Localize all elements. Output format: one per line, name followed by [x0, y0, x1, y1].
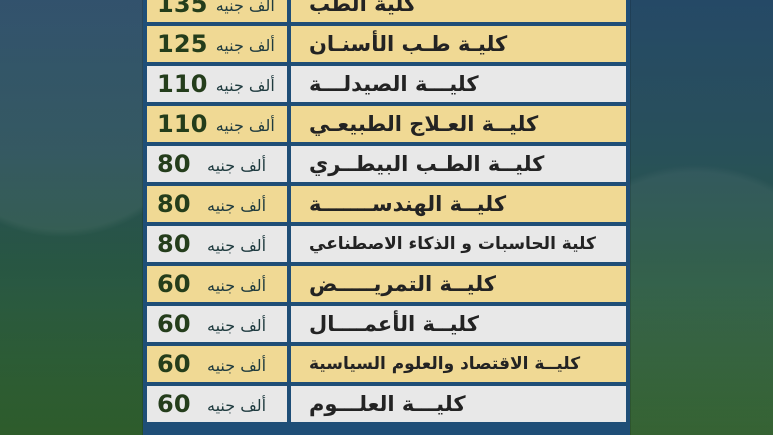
- college-cell: كليــة الطـب البيطــري: [291, 146, 626, 182]
- table-row: 110 ألف جنيه كليـــة الصيدلـــة: [147, 66, 626, 102]
- college-name: كليـــة العلـــوم: [309, 391, 466, 416]
- fees-table: 135 ألف جنيه كلية الطب 125 ألف جنيه كليـ…: [143, 0, 630, 435]
- college-cell: كليــة الأعمــــال: [291, 306, 626, 342]
- fee-amount: 60: [157, 270, 191, 298]
- college-cell: كليـة طـب الأسنـان: [291, 26, 626, 62]
- table-row: 60 ألف جنيه كليـــة العلـــوم: [147, 386, 626, 422]
- college-cell: كلية الطب: [291, 0, 626, 22]
- table-row: 80 ألف جنيه كليــة الطـب البيطــري: [147, 146, 626, 182]
- college-cell: كلية الحاسبات و الذكاء الاصطناعي: [291, 226, 626, 262]
- fee-currency: ألف جنيه: [215, 75, 275, 95]
- college-name: كليــة الاقتصاد والعلوم السياسية: [309, 353, 581, 374]
- table-row: 80 ألف جنيه كليــة الهندســـــــة: [147, 186, 626, 222]
- fee-amount: 60: [157, 310, 191, 338]
- college-cell: كليــة الهندســـــــة: [291, 186, 626, 222]
- fee-amount: 80: [157, 150, 191, 178]
- table-row: 60 ألف جنيه كليــة الأعمــــال: [147, 306, 626, 342]
- college-name: كلية الطب: [309, 0, 417, 16]
- fee-cell: 80 ألف جنيه: [147, 146, 287, 182]
- table-row: 80 ألف جنيه كلية الحاسبات و الذكاء الاصط…: [147, 226, 626, 262]
- fee-amount: 110: [157, 70, 208, 98]
- college-cell: كليــة التمريـــــض: [291, 266, 626, 302]
- fee-amount: 80: [157, 190, 191, 218]
- fee-amount: 110: [157, 110, 208, 138]
- table-row: 110 ألف جنيه كليــة العـلاج الطبيعـي: [147, 106, 626, 142]
- fee-cell: 125 ألف جنيه: [147, 26, 287, 62]
- fee-currency: ألف جنيه: [207, 355, 267, 375]
- table-row: 135 ألف جنيه كلية الطب: [147, 0, 626, 22]
- fee-currency: ألف جنيه: [207, 395, 267, 415]
- college-cell: كليـــة العلـــوم: [291, 386, 626, 422]
- fee-currency: ألف جنيه: [215, 0, 275, 15]
- college-name: كليــة الهندســـــــة: [309, 191, 507, 216]
- fee-cell: 110 ألف جنيه: [147, 106, 287, 142]
- fee-cell: 60 ألف جنيه: [147, 386, 287, 422]
- fee-currency: ألف جنيه: [215, 115, 275, 135]
- college-cell: كليــة العـلاج الطبيعـي: [291, 106, 626, 142]
- table-row: 125 ألف جنيه كليـة طـب الأسنـان: [147, 26, 626, 62]
- fee-amount: 60: [157, 390, 191, 418]
- fee-amount: 60: [157, 350, 191, 378]
- college-name: كليــة التمريـــــض: [309, 271, 496, 296]
- fee-amount: 80: [157, 230, 191, 258]
- college-name: كليــة الطـب البيطــري: [309, 151, 545, 176]
- fee-currency: ألف جنيه: [207, 155, 267, 175]
- fee-cell: 110 ألف جنيه: [147, 66, 287, 102]
- fee-amount: 135: [157, 0, 208, 18]
- college-name: كليـة طـب الأسنـان: [309, 31, 508, 56]
- fee-currency: ألف جنيه: [215, 35, 275, 55]
- fee-cell: 60 ألف جنيه: [147, 346, 287, 382]
- fee-currency: ألف جنيه: [207, 315, 267, 335]
- college-name: كليـــة الصيدلـــة: [309, 71, 479, 96]
- college-name: كليــة الأعمــــال: [309, 311, 479, 336]
- fee-cell: 135 ألف جنيه: [147, 0, 287, 22]
- fee-currency: ألف جنيه: [207, 275, 267, 295]
- fee-cell: 60 ألف جنيه: [147, 266, 287, 302]
- fees-table-panel: 135 ألف جنيه كلية الطب 125 ألف جنيه كليـ…: [143, 0, 630, 435]
- table-row: 60 ألف جنيه كليــة التمريـــــض: [147, 266, 626, 302]
- fee-cell: 80 ألف جنيه: [147, 226, 287, 262]
- fee-cell: 60 ألف جنيه: [147, 306, 287, 342]
- college-name: كلية الحاسبات و الذكاء الاصطناعي: [309, 233, 596, 254]
- fee-amount: 125: [157, 30, 208, 58]
- fee-currency: ألف جنيه: [207, 195, 267, 215]
- fee-currency: ألف جنيه: [207, 235, 267, 255]
- fee-cell: 80 ألف جنيه: [147, 186, 287, 222]
- table-row: 60 ألف جنيه كليــة الاقتصاد والعلوم السي…: [147, 346, 626, 382]
- college-name: كليــة العـلاج الطبيعـي: [309, 111, 539, 136]
- college-cell: كليــة الاقتصاد والعلوم السياسية: [291, 346, 626, 382]
- college-cell: كليـــة الصيدلـــة: [291, 66, 626, 102]
